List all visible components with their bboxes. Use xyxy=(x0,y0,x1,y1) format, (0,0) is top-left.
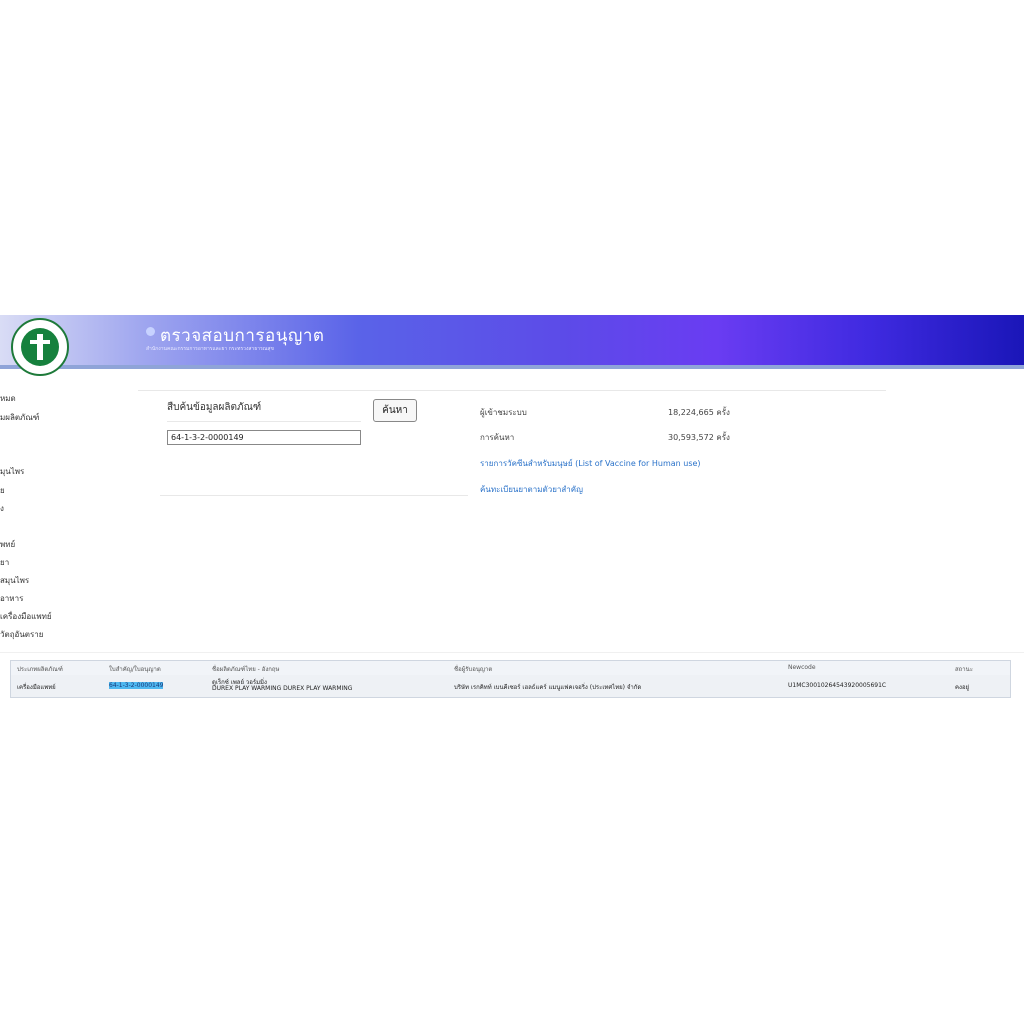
searches-count: 30,593,572 ครั้ง xyxy=(668,433,730,442)
drug-search-link[interactable]: ค้นทะเบียนยาตามตัวยาสำคัญ xyxy=(480,483,583,496)
title-dot-icon xyxy=(146,327,155,336)
col-header-type[interactable]: ประเภทผลิตภัณฑ์ xyxy=(17,664,63,674)
col-header-licensee[interactable]: ชื่อผู้รับอนุญาต xyxy=(454,664,492,674)
cell-status: คงอยู่ xyxy=(955,684,970,691)
sidebar-item[interactable]: มุนไพร xyxy=(0,465,24,478)
sidebar-item[interactable]: พทย์ xyxy=(0,538,15,551)
col-header-status[interactable]: สถานะ xyxy=(955,664,973,674)
page-subtitle: สำนักงานคณะกรรมการอาหารและยา กระทรวงสาธา… xyxy=(146,346,274,352)
ministry-logo xyxy=(11,318,69,376)
table-header: ประเภทผลิตภัณฑ์ ใบสำคัญ/ใบอนุญาต ชื่อผลิ… xyxy=(11,661,1010,676)
cell-name-en: DUREX PLAY WARMING DUREX PLAY WARMING xyxy=(212,685,353,692)
col-header-product-name[interactable]: ชื่อผลิตภัณฑ์ไทย - อังกฤษ xyxy=(212,664,280,674)
sidebar-item[interactable]: มผลิตภัณฑ์ xyxy=(0,411,39,424)
sidebar-item[interactable]: สมุนไพร xyxy=(0,574,29,587)
col-header-newcode[interactable]: Newcode xyxy=(788,664,816,671)
vaccine-list-link[interactable]: รายการวัคซีนสำหรับมนุษย์ (List of Vaccin… xyxy=(480,457,701,470)
logo-emblem-icon xyxy=(21,328,59,366)
search-label: สืบค้นข้อมูลผลิตภัณฑ์ xyxy=(167,402,262,413)
searches-label: การค้นหา xyxy=(480,433,515,442)
visitors-label: ผู้เข้าชมระบบ xyxy=(480,408,527,417)
search-input[interactable]: 64-1-3-2-0000149 xyxy=(167,430,361,445)
search-label-underline xyxy=(167,421,361,422)
col-header-license[interactable]: ใบสำคัญ/ใบอนุญาต xyxy=(109,664,161,674)
sidebar-item[interactable]: วัตถุอันตราย xyxy=(0,628,43,641)
table-row[interactable]: เครื่องมือแพทย์ 64-1-3-2-0000149 ดูเร็กซ… xyxy=(11,675,1010,697)
panel-divider xyxy=(138,390,886,391)
results-table: ประเภทผลิตภัณฑ์ ใบสำคัญ/ใบอนุญาต ชื่อผลิ… xyxy=(10,660,1011,698)
sidebar-item[interactable]: ย xyxy=(0,484,5,497)
sidebar-item[interactable]: ง xyxy=(0,502,4,515)
header-banner xyxy=(0,315,1024,365)
search-panel-divider xyxy=(160,495,468,496)
search-button[interactable]: ค้นหา xyxy=(373,399,417,422)
cell-license[interactable]: 64-1-3-2-0000149 xyxy=(109,682,164,689)
header-divider xyxy=(0,365,1024,369)
sidebar-item[interactable]: ยา xyxy=(0,556,9,569)
cell-newcode: U1MC30010264543920005691C xyxy=(788,682,887,689)
content-divider xyxy=(0,652,1024,653)
cell-licensee: บริษัท เรกคิทท์ เบนคีเซอร์ เฮลธ์แคร์ แมน… xyxy=(454,684,642,691)
sidebar-item[interactable]: หมด xyxy=(0,392,16,405)
visitors-count: 18,224,665 ครั้ง xyxy=(668,408,730,417)
sidebar-item[interactable]: อาหาร xyxy=(0,592,23,605)
sidebar-item[interactable]: เครื่องมือแพทย์ xyxy=(0,610,52,623)
cell-type: เครื่องมือแพทย์ xyxy=(17,684,56,691)
